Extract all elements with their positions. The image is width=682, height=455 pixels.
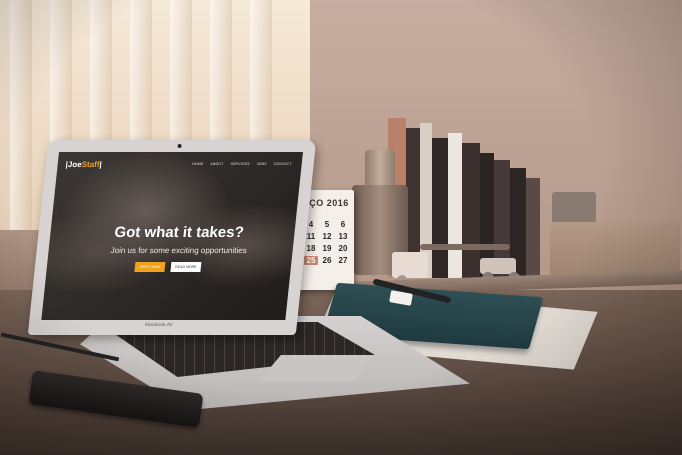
hero-subtitle: Join us for some exciting opportunities [110,246,248,255]
calendar-day: 5 [324,220,330,229]
apply-now-button[interactable]: APPLY NOW [134,262,166,272]
hero-title: Got what it takes? [113,224,245,241]
laptop-brand-label: MacBook Air [144,322,174,328]
read-more-button[interactable]: READ MORE [170,262,202,272]
radio [552,192,596,226]
nav-item-home[interactable]: HOME [192,162,204,166]
laptop-lid: |JoeStaff| HOME ABOUT SERVICES JOBS CONT… [27,140,317,335]
site-nav: HOME ABOUT SERVICES JOBS CONTACT [192,162,292,166]
calendar-day: 13 [338,232,348,241]
site-logo[interactable]: |JoeStaff| [65,160,102,169]
calendar-day: 20 [338,244,348,253]
nav-item-jobs[interactable]: JOBS [256,162,266,166]
calendar-day: 27 [338,256,348,265]
calendar-day: 18 [306,244,316,253]
photo-scene: MARÇO 2016 3 4 5 6 10 11 12 13 17 18 19 … [0,0,682,455]
calendar-day: 6 [340,220,346,229]
nav-item-contact[interactable]: CONTACT [273,162,291,166]
camera-icon [177,144,182,148]
nav-item-about[interactable]: ABOUT [210,162,223,166]
calendar-day: 26 [322,256,332,265]
calendar-day: 19 [322,244,332,253]
calendar-day-highlight: 25 [304,256,318,265]
calendar-day: 12 [322,232,332,241]
decorative-jar-top [365,150,395,188]
laptop-screen: |JoeStaff| HOME ABOUT SERVICES JOBS CONT… [41,152,303,320]
nav-item-services[interactable]: SERVICES [230,162,250,166]
